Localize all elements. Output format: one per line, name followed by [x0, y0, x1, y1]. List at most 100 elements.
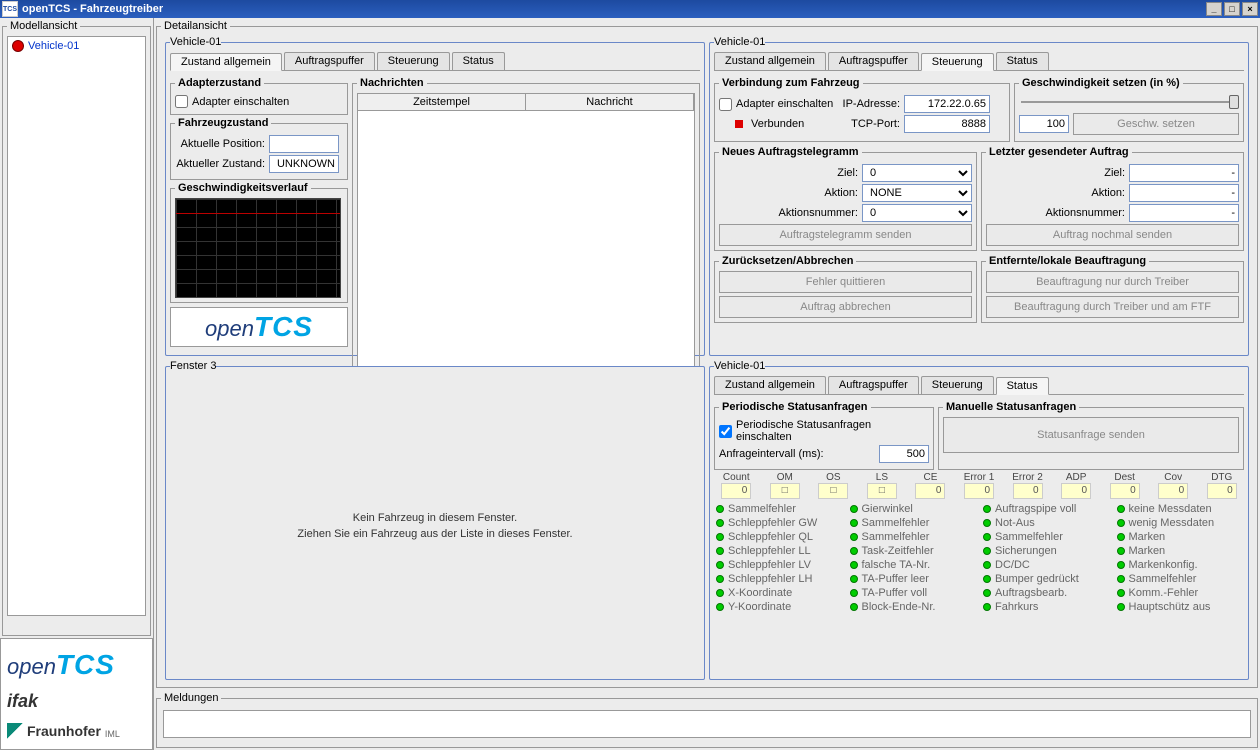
tab-zustand[interactable]: Zustand allgemein	[170, 53, 282, 71]
status-led-icon	[850, 505, 858, 513]
status-item: Not-Aus	[983, 517, 1109, 529]
status-led-icon	[716, 533, 724, 541]
count-value: □	[770, 483, 800, 499]
cancel-order-button[interactable]: Auftrag abbrechen	[719, 296, 972, 318]
count-value: 0	[915, 483, 945, 499]
tab-steuerung[interactable]: Steuerung	[377, 52, 450, 70]
adapter-enable-checkbox[interactable]	[175, 95, 188, 108]
count-value: 0	[1158, 483, 1188, 499]
messages-group: Nachrichten Zeitstempel Nachricht	[352, 77, 700, 380]
status-led-icon	[716, 561, 724, 569]
status-item: Schleppfehler GW	[716, 517, 842, 529]
window-3-legend: Fenster 3	[170, 360, 216, 372]
close-button[interactable]: ×	[1242, 2, 1258, 16]
tab-auftragspuffer-4[interactable]: Auftragspuffer	[828, 376, 919, 394]
status-led-icon	[1117, 575, 1125, 583]
set-speed-button[interactable]: Geschw. setzen	[1073, 113, 1239, 135]
status-item: Block-Ende-Nr.	[850, 601, 976, 613]
col-message[interactable]: Nachricht	[526, 94, 694, 110]
tab-status[interactable]: Status	[452, 52, 505, 70]
status-led-icon	[716, 547, 724, 555]
count-header: Cov	[1164, 472, 1182, 483]
driver-only-button[interactable]: Beauftragung nur durch Treiber	[986, 271, 1239, 293]
state-field	[269, 155, 339, 173]
window-title: openTCS - Fahrzeugtreiber	[22, 3, 163, 15]
tab-steuerung-2[interactable]: Steuerung	[921, 53, 994, 71]
meldungen-box[interactable]	[163, 710, 1251, 738]
tab-auftragspuffer[interactable]: Auftragspuffer	[284, 52, 375, 70]
count-value: 0	[1013, 483, 1043, 499]
send-status-button[interactable]: Statusanfrage senden	[943, 417, 1239, 453]
speed-value-field[interactable]	[1019, 115, 1069, 133]
status-grid: SammelfehlerGierwinkelAuftragspipe vollk…	[714, 503, 1244, 613]
status-item: Schleppfehler LH	[716, 573, 842, 585]
vehicle-list-item[interactable]: Vehicle-01	[10, 39, 143, 53]
speed-slider[interactable]	[1019, 93, 1239, 111]
connection-group: Verbindung zum Fahrzeug Adapter einschal…	[714, 77, 1010, 142]
count-value: 0	[964, 483, 994, 499]
col-timestamp[interactable]: Zeitstempel	[358, 94, 526, 110]
ip-field[interactable]	[904, 95, 990, 113]
status-item: Schleppfehler QL	[716, 531, 842, 543]
periodic-checkbox[interactable]	[719, 425, 732, 438]
status-item: Bumper gedrückt	[983, 573, 1109, 585]
status-led-icon	[1117, 603, 1125, 611]
drop-placeholder: Kein Fahrzeug in diesem Fenster. Ziehen …	[166, 510, 704, 542]
aktionsnummer-combo[interactable]: 0	[862, 204, 972, 222]
conn-adapter-checkbox[interactable]	[719, 98, 732, 111]
ack-error-button[interactable]: Fehler quittieren	[719, 271, 972, 293]
status-led-icon	[1117, 519, 1125, 527]
status-item: keine Messdaten	[1117, 503, 1243, 515]
adapter-enable-label: Adapter einschalten	[192, 96, 289, 108]
panel1-legend: Vehicle-01	[170, 36, 221, 48]
status-led-icon	[716, 505, 724, 513]
tab-zustand-4[interactable]: Zustand allgemein	[714, 376, 826, 394]
status-item: Auftragsbearb.	[983, 587, 1109, 599]
window-titlebar: TCS openTCS - Fahrzeugtreiber _ □ ×	[0, 0, 1260, 18]
messages-table[interactable]: Zeitstempel Nachricht	[357, 93, 695, 371]
status-led-icon	[983, 547, 991, 555]
minimize-button[interactable]: _	[1206, 2, 1222, 16]
status-item: Sammelfehler	[850, 531, 976, 543]
vehicle-name: Vehicle-01	[28, 40, 79, 52]
tab-status-4[interactable]: Status	[996, 377, 1049, 395]
send-order-button[interactable]: Auftragstelegramm senden	[719, 224, 972, 246]
aktion-combo[interactable]: NONE	[862, 184, 972, 202]
status-item: DC/DC	[983, 559, 1109, 571]
logo-block: openTCS ifak Fraunhofer IML	[0, 638, 153, 750]
status-item: Sicherungen	[983, 545, 1109, 557]
driver-and-ftf-button[interactable]: Beauftragung durch Treiber und am FTF	[986, 296, 1239, 318]
status-led-icon	[850, 547, 858, 555]
tab-auftragspuffer-2[interactable]: Auftragspuffer	[828, 52, 919, 70]
status-led-icon	[850, 561, 858, 569]
count-value: 0	[1207, 483, 1237, 499]
interval-field[interactable]	[879, 445, 929, 463]
status-led-icon	[850, 603, 858, 611]
window-3-panel[interactable]: Fenster 3 Kein Fahrzeug in diesem Fenste…	[165, 360, 705, 680]
count-header: Count	[723, 472, 750, 483]
status-led-icon	[983, 505, 991, 513]
detail-view-legend: Detailansicht	[161, 20, 230, 32]
ziel-combo[interactable]: 0	[862, 164, 972, 182]
connected-label: Verbunden	[751, 118, 836, 130]
meldungen-panel: Meldungen	[156, 692, 1258, 748]
resend-order-button[interactable]: Auftrag nochmal senden	[986, 224, 1239, 246]
periodic-label: Periodische Statusanfragen einschalten	[736, 419, 929, 443]
maximize-button[interactable]: □	[1224, 2, 1240, 16]
manual-status-group: Manuelle Statusanfragen Statusanfrage se…	[938, 401, 1244, 470]
status-item: Markenkonfig.	[1117, 559, 1243, 571]
tab-zustand-2[interactable]: Zustand allgemein	[714, 52, 826, 70]
connection-status-icon	[735, 120, 743, 128]
tab-status-2[interactable]: Status	[996, 52, 1049, 70]
model-list[interactable]: Vehicle-01	[7, 36, 146, 616]
status-led-icon	[983, 519, 991, 527]
status-led-icon	[850, 533, 858, 541]
port-label: TCP-Port:	[840, 118, 900, 130]
panel2-legend: Vehicle-01	[714, 36, 765, 48]
tab-steuerung-4[interactable]: Steuerung	[921, 376, 994, 394]
status-led-icon	[1117, 589, 1125, 597]
status-led-icon	[983, 589, 991, 597]
status-item: Auftragspipe voll	[983, 503, 1109, 515]
port-field[interactable]	[904, 115, 990, 133]
status-led-icon	[850, 575, 858, 583]
